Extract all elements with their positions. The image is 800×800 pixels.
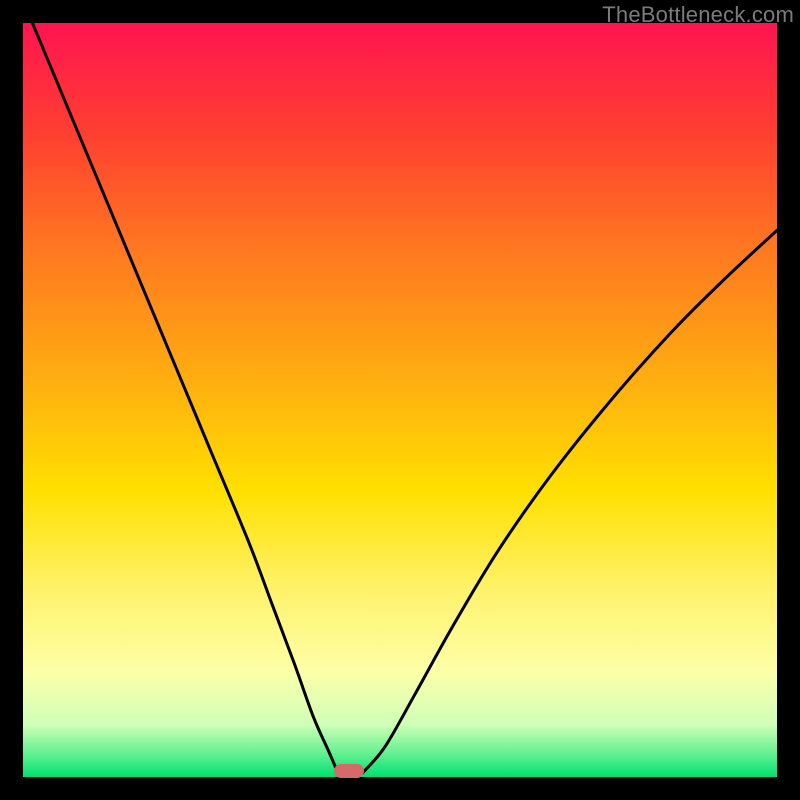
- bottleneck-curve: [23, 23, 777, 777]
- curve-right-branch: [362, 230, 777, 773]
- chart-frame: [23, 23, 777, 777]
- optimal-marker: [334, 764, 364, 778]
- curve-left-branch: [23, 23, 338, 773]
- watermark-text: TheBottleneck.com: [602, 2, 794, 28]
